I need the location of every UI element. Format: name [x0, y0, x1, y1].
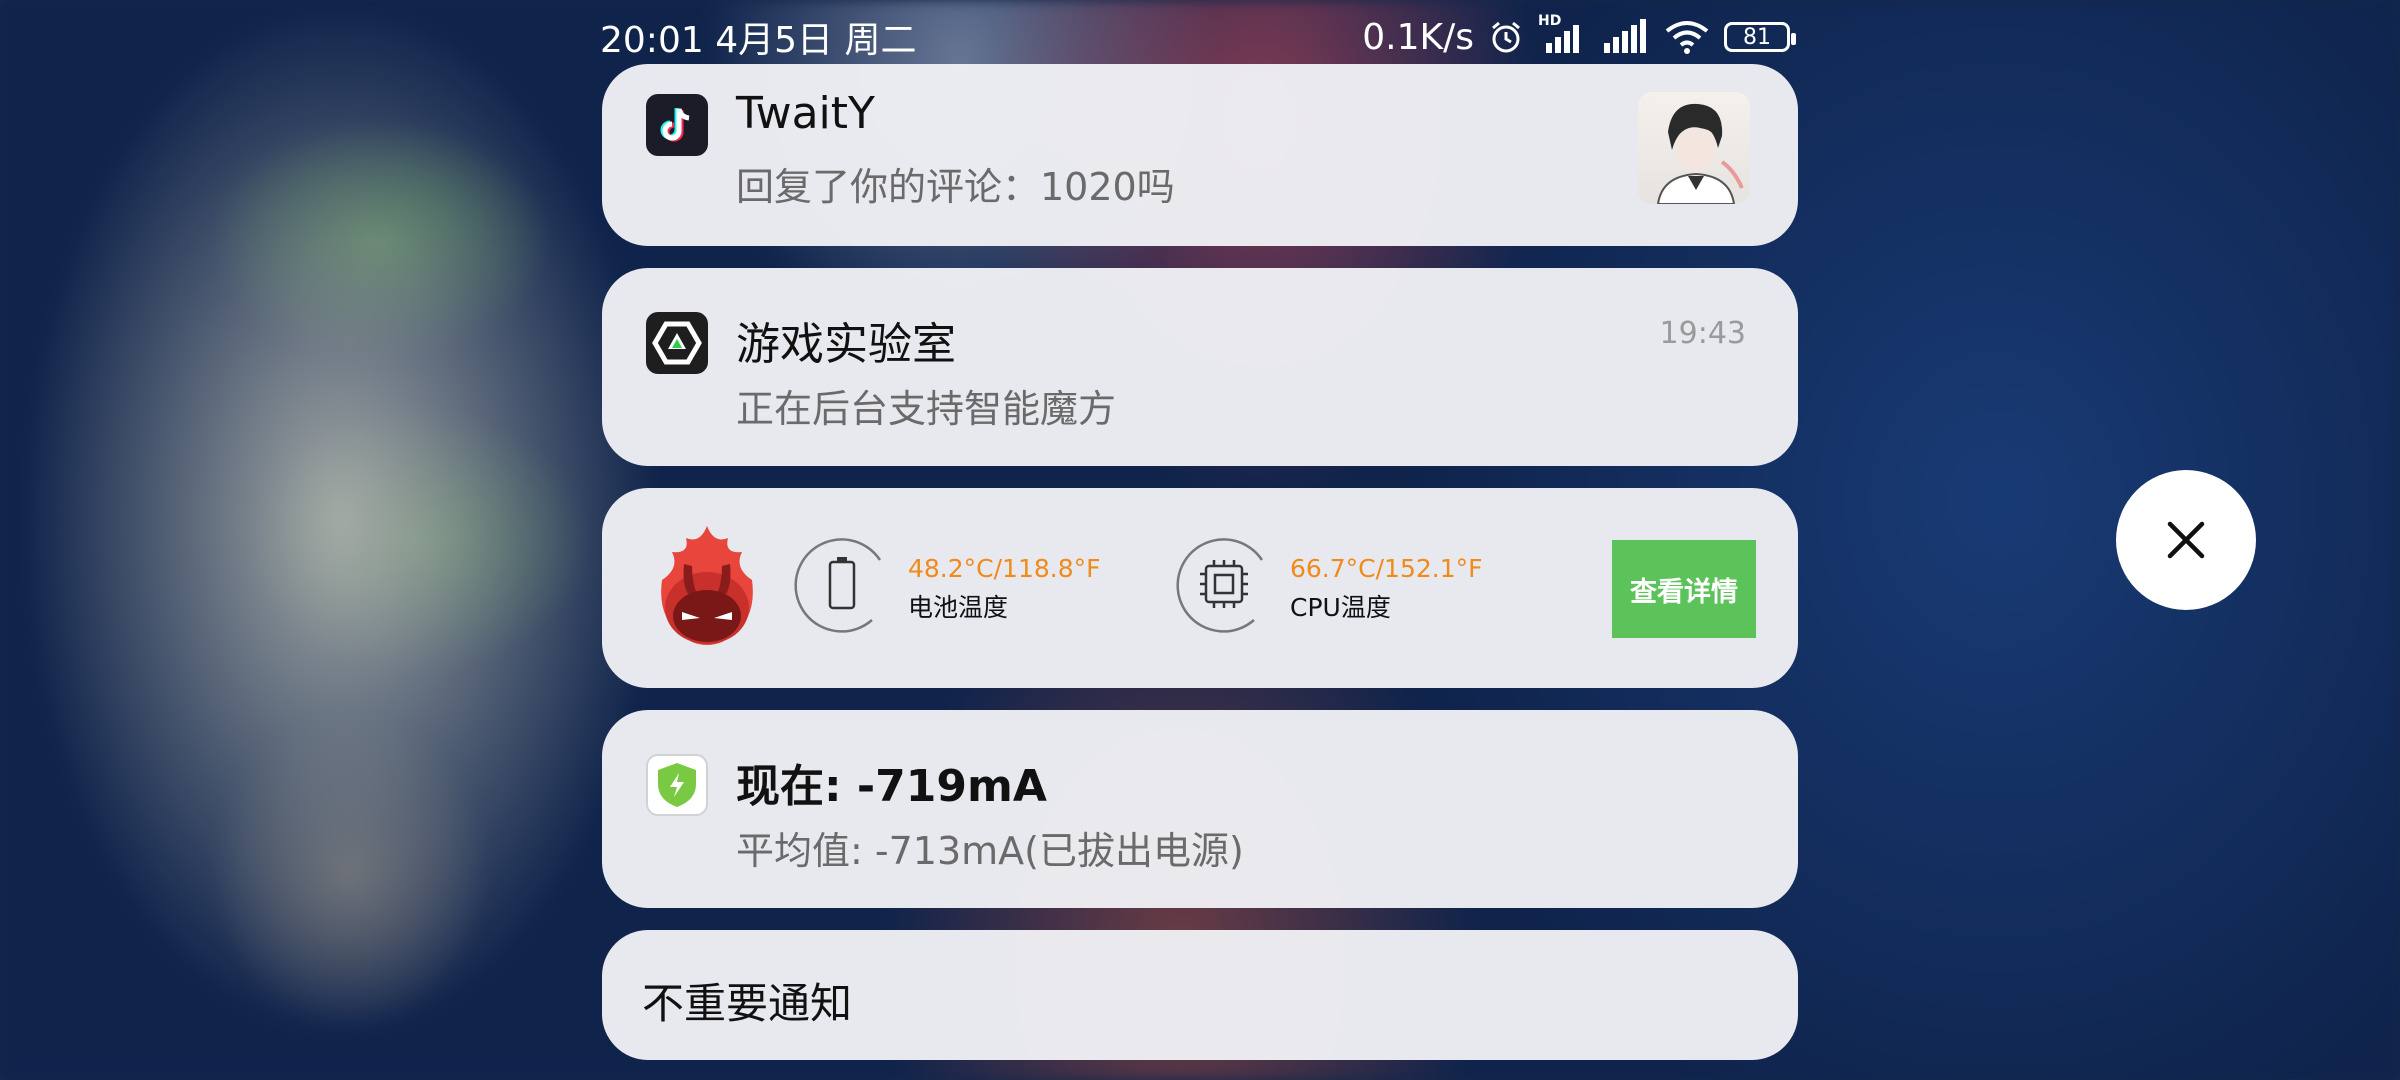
cpu-temp-label: CPU温度 — [1290, 593, 1391, 622]
game-lab-icon — [646, 312, 708, 374]
status-datetime: 20:01 4月5日 周二 — [600, 20, 917, 61]
view-details-button[interactable]: 查看详情 — [1612, 540, 1756, 638]
notification-body: 正在后台支持智能魔方 — [736, 387, 1117, 431]
notification-body: 回复了你的评论：1020吗 — [736, 165, 1175, 209]
cpu-temp-value: 66.7°C/152.1°F — [1290, 554, 1483, 583]
unimportant-notifications[interactable]: 不重要通知 — [602, 930, 1798, 1060]
sender-avatar — [1638, 92, 1750, 204]
notification-battery-current[interactable]: 现在: -719mA 平均值: -713mA(已拔出电源) — [602, 710, 1798, 908]
current-average: 平均值: -713mA(已拔出电源) — [736, 829, 1244, 873]
notification-game-lab[interactable]: 游戏实验室 正在后台支持智能魔方 19:43 — [602, 268, 1798, 466]
tiktok-icon — [646, 94, 708, 156]
unimportant-label: 不重要通知 — [642, 979, 853, 1028]
cpu-temp-gauge — [1176, 538, 1264, 633]
signal-hd-icon: HD — [1538, 13, 1588, 55]
notification-title: TwaitY — [736, 88, 875, 139]
battery-temp-label: 电池温度 — [908, 593, 1009, 622]
notification-tiktok[interactable]: TwaitY 回复了你的评论：1020吗 — [602, 64, 1798, 246]
net-speed: 0.1K/s — [1362, 16, 1474, 58]
notification-title: 游戏实验室 — [736, 319, 956, 370]
antutu-icon — [652, 524, 762, 648]
close-icon — [2167, 521, 2205, 559]
battery-indicator: 81 — [1724, 22, 1796, 52]
notification-antutu[interactable]: 48.2°C/118.8°F 电池温度 66.7°C/152.1°F CPU温度… — [602, 488, 1798, 688]
current-now: 现在: -719mA — [736, 761, 1047, 812]
status-bar: 20:01 4月5日 周二 0.1K/s HD 81 — [600, 0, 1796, 74]
alarm-icon — [1492, 21, 1520, 53]
battery-shield-icon — [646, 754, 708, 816]
battery-temp-value: 48.2°C/118.8°F — [908, 554, 1101, 583]
clear-all-button[interactable] — [2116, 470, 2256, 610]
wifi-icon — [1665, 21, 1709, 54]
battery-temp-gauge — [794, 538, 882, 633]
signal-icon — [1604, 19, 1646, 53]
notification-time: 19:43 — [1659, 316, 1746, 351]
